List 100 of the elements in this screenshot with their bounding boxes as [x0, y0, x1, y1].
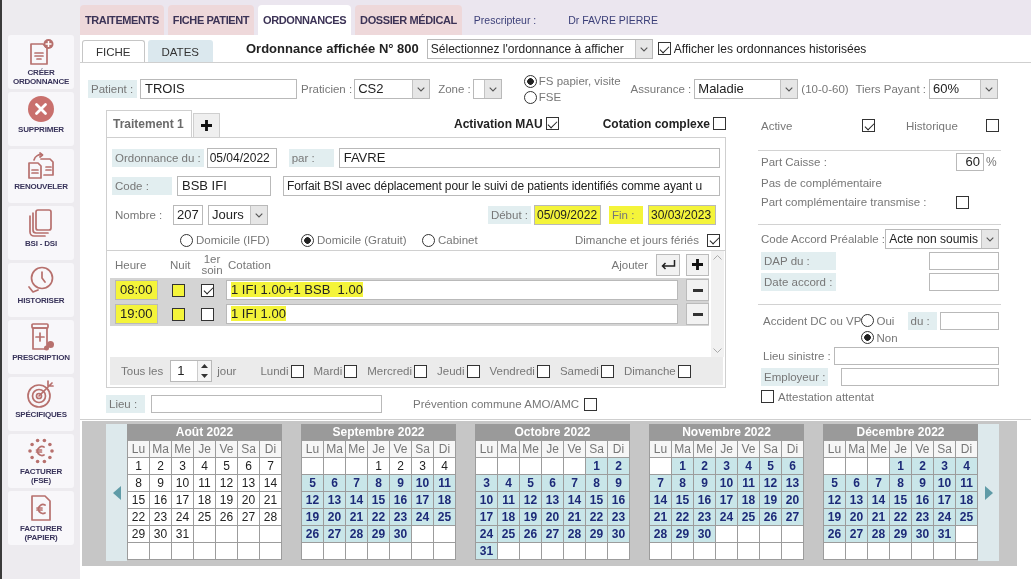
remove-row-button[interactable] — [686, 303, 709, 325]
assurance-rates: (10-0-60) — [801, 83, 849, 95]
spin-up-icon[interactable] — [201, 364, 209, 368]
unit-select[interactable]: Jours — [208, 205, 268, 225]
recurrence-unit: jour — [217, 365, 237, 377]
accident-option-label: Oui — [876, 314, 895, 327]
tab[interactable]: TRAITEMENTS — [80, 5, 164, 35]
checkbox[interactable] — [600, 364, 614, 378]
date-accord-label: Date accord : — [761, 273, 836, 291]
chevron-down-icon — [981, 230, 998, 248]
checkbox[interactable] — [201, 283, 214, 297]
tab[interactable]: FICHE — [82, 40, 145, 62]
radio-button[interactable] — [523, 90, 537, 104]
remove-row-button[interactable] — [686, 279, 709, 301]
tab[interactable]: FICHE PATIENT — [167, 5, 255, 35]
assurance-select[interactable]: Maladie — [694, 79, 799, 99]
month-title: Août 2022 — [127, 424, 282, 440]
dap-label: DAP du : — [761, 252, 836, 270]
employeur-field[interactable] — [841, 368, 999, 386]
checkbox[interactable] — [677, 364, 691, 378]
sidebar-button[interactable]: PRESCRIPTION — [8, 320, 74, 374]
triangle-right-icon — [984, 485, 993, 500]
par-field[interactable]: FAVRE — [338, 148, 720, 168]
time-field[interactable]: 08:00 — [115, 280, 158, 300]
column-header: 1er soin — [200, 253, 224, 276]
sidebar-button[interactable]: SPÉCIFIQUES — [8, 377, 74, 431]
tiers-payant-select[interactable]: 60% — [929, 79, 998, 99]
checkbox[interactable] — [584, 397, 598, 411]
plus-icon — [692, 259, 703, 270]
spin-down-icon[interactable] — [201, 374, 209, 378]
checkbox[interactable] — [713, 117, 726, 130]
tab[interactable]: DATES — [147, 40, 213, 62]
dap-date-field[interactable] — [929, 252, 999, 270]
tab[interactable]: DOSSIER MÉDICAL — [355, 5, 462, 35]
checkbox[interactable] — [956, 195, 969, 209]
checkbox[interactable] — [657, 42, 671, 55]
date-accord-field[interactable] — [929, 273, 999, 291]
sidebar-button[interactable]: SUPPRIMER — [8, 92, 74, 146]
sidebar-button[interactable]: RENOUVELER — [8, 149, 74, 203]
checkbox[interactable] — [545, 117, 559, 130]
radio-button[interactable] — [523, 74, 537, 88]
sidebar-button[interactable]: FACTURER (FSE) — [8, 434, 74, 488]
nombre-field[interactable]: 207 — [173, 205, 203, 225]
part-caisse-field[interactable]: 60 — [956, 153, 984, 171]
weekday-cell: Me — [345, 440, 368, 458]
add-label: Ajouter — [611, 258, 648, 271]
sidebar-button[interactable]: FACTURER (PAPIER) — [8, 491, 74, 545]
radio-button[interactable] — [861, 314, 875, 327]
radio-button[interactable] — [301, 233, 314, 247]
ordonnance-select[interactable]: Sélectionnez l'ordonnance à afficher — [426, 38, 653, 59]
weekday-cell: Lu — [301, 440, 324, 458]
lieu-sinistre-field[interactable] — [834, 347, 999, 365]
interval-spinner[interactable]: 1 — [170, 360, 213, 382]
patient-field[interactable]: TROIS — [140, 79, 297, 99]
weekday-cell: Ve — [389, 440, 412, 458]
du-label: du : — [907, 312, 937, 330]
sidebar-button[interactable]: HISTORISER — [8, 263, 74, 317]
column-header: Nuit — [170, 258, 192, 271]
praticien-select[interactable]: CS2 — [354, 79, 431, 99]
add-treatment-tab[interactable] — [193, 113, 220, 137]
add-row-button[interactable] — [686, 253, 709, 276]
code-description-field[interactable]: Forfait BSI avec déplacement pour le suivi de patients identifiés comme ayant u — [283, 176, 720, 196]
documents-icon — [27, 152, 55, 180]
code-field[interactable]: BSB IFI — [177, 176, 271, 196]
checkbox[interactable] — [986, 119, 999, 132]
checkbox[interactable] — [344, 364, 358, 378]
lieu-field[interactable] — [151, 395, 382, 413]
time-field[interactable]: 19:00 — [115, 304, 158, 324]
ordonnance-title: Ordonnance affichée N° 800 — [246, 41, 419, 56]
radio-button[interactable] — [861, 331, 875, 344]
cotation-field[interactable]: 1 IFI 1.00 — [226, 304, 678, 324]
chevron-down-icon — [412, 80, 430, 98]
cotation-field[interactable]: 1 IFI 1.00+1 BSB 1.00 — [226, 280, 678, 300]
triangle-left-icon — [112, 485, 121, 500]
checkbox[interactable] — [707, 233, 720, 247]
chevron-down-icon — [980, 80, 997, 98]
ordonnance-date-field[interactable]: 05/04/2022 — [206, 148, 277, 168]
active-label: Active — [761, 119, 794, 132]
checkbox[interactable] — [862, 119, 875, 132]
checkbox[interactable] — [290, 364, 304, 378]
tab[interactable]: ORDONNANCES — [258, 5, 352, 35]
mau-label: Activation MAU — [454, 116, 543, 131]
treatment-tab[interactable]: Traitement 1 — [106, 110, 192, 137]
checkbox[interactable] — [761, 390, 774, 403]
sidebar-button[interactable]: BSI - DSI — [8, 206, 74, 260]
enter-button[interactable] — [656, 253, 680, 276]
checkbox[interactable] — [536, 364, 550, 378]
radio-button[interactable] — [180, 233, 193, 247]
accident-date-field[interactable] — [939, 312, 999, 330]
checkbox[interactable] — [414, 364, 427, 378]
praticien-label: Praticien : — [301, 83, 353, 95]
checkbox[interactable] — [466, 364, 480, 378]
sidebar-button[interactable]: CRÉER ORDONNANCE — [8, 35, 74, 89]
code-accord-select[interactable]: Acte non soumis — [885, 229, 999, 249]
checkbox[interactable] — [201, 307, 214, 321]
radio-button[interactable] — [422, 233, 435, 247]
checkbox[interactable] — [172, 307, 185, 321]
checkbox[interactable] — [172, 283, 185, 297]
fin-date-field[interactable]: 30/03/2023 — [648, 205, 716, 225]
debut-date-field[interactable]: 05/09/2022 — [534, 205, 601, 225]
